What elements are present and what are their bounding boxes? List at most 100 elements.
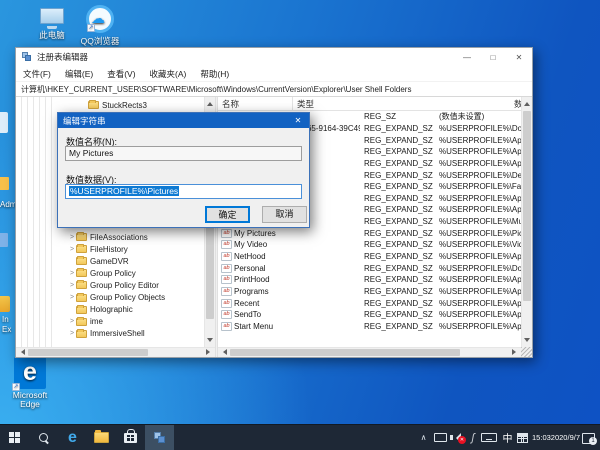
value-row[interactable]: Recent REG_EXPAND_SZ %USERPROFILE%\AppDa… — [218, 297, 521, 309]
folder-icon — [76, 245, 87, 253]
tree-item[interactable]: GameDVR — [16, 255, 203, 267]
tree-item[interactable]: > ImmersiveShell — [16, 328, 203, 340]
value-row[interactable]: SendTo REG_EXPAND_SZ %USERPROFILE%\AppDa… — [218, 309, 521, 321]
tree-item[interactable]: Holographic — [16, 304, 203, 316]
column-header[interactable]: 类型 — [293, 97, 510, 110]
menu-item[interactable]: 编辑(E) — [58, 68, 100, 80]
ime-softkeyboard-icon — [517, 433, 528, 443]
tree-item-label: Group Policy Editor — [90, 281, 159, 290]
close-button[interactable]: ✕ — [506, 48, 532, 66]
taskbar-explorer-button[interactable] — [87, 425, 116, 450]
value-type-cell: REG_EXPAND_SZ — [360, 194, 435, 203]
folder-icon — [76, 318, 87, 326]
value-name: My Pictures — [234, 229, 276, 238]
volume-tray-button[interactable]: ✕ — [450, 425, 468, 450]
value-row[interactable]: Programs REG_EXPAND_SZ %USERPROFILE%\App… — [218, 286, 521, 298]
menu-item[interactable]: 帮助(H) — [193, 68, 236, 80]
scroll-up-arrow[interactable] — [207, 99, 213, 106]
tree-item[interactable]: > Group Policy — [16, 267, 203, 279]
list-vertical-scrollbar[interactable] — [521, 97, 532, 347]
value-row[interactable]: My Pictures REG_EXPAND_SZ %USERPROFILE%\… — [218, 227, 521, 239]
tree-item[interactable]: > FileAssociations — [16, 231, 203, 243]
scroll-right-arrow[interactable] — [512, 349, 519, 355]
menu-item[interactable]: 文件(F) — [16, 68, 58, 80]
column-header[interactable]: 名称 — [218, 97, 293, 110]
value-row[interactable]: NetHood REG_EXPAND_SZ %USERPROFILE%\AppD… — [218, 251, 521, 263]
resize-grip[interactable] — [521, 347, 532, 357]
tree-item-label: FileAssociations — [90, 233, 148, 242]
shortcut-arrow-icon: ↗ — [12, 383, 20, 391]
menu-item[interactable]: 查看(V) — [100, 68, 142, 80]
taskbar-clock[interactable]: 15:03 2020/9/7 — [533, 425, 579, 450]
tree-item[interactable]: > ime — [16, 316, 203, 328]
network-tray-button[interactable] — [431, 425, 450, 450]
title-bar[interactable]: 注册表编辑器 — □ ✕ — [16, 48, 532, 66]
desktop-icon-this-pc[interactable]: 此电脑 — [26, 8, 78, 40]
value-data-cell: %USERPROFILE%\Downl... — [435, 124, 521, 133]
scrollbar-thumb[interactable] — [523, 111, 531, 301]
dialog-close-button[interactable]: ✕ — [287, 116, 309, 125]
ime-toolbar-button[interactable] — [515, 425, 530, 450]
desktop-icon-label: 此电脑 — [26, 31, 78, 40]
ok-button[interactable]: 确定 — [205, 206, 250, 223]
tree-horizontal-scrollbar[interactable] — [16, 347, 215, 357]
list-horizontal-scrollbar[interactable] — [218, 347, 521, 357]
value-name-cell: Recent — [218, 299, 360, 308]
value-row[interactable]: Personal REG_EXPAND_SZ %USERPROFILE%\Doc… — [218, 262, 521, 274]
folder-icon — [76, 257, 87, 265]
value-type-cell: REG_EXPAND_SZ — [360, 264, 435, 273]
this-pc-icon-stand — [47, 26, 57, 29]
ime-language-indicator[interactable]: 中 — [500, 425, 515, 450]
taskbar-search-button[interactable] — [29, 425, 58, 450]
value-data-cell: (数值未设置) — [435, 111, 521, 122]
tree-item[interactable]: > FileHistory — [16, 243, 203, 255]
cancel-button[interactable]: 取消 — [262, 206, 307, 223]
address-bar[interactable]: 计算机\HKEY_CURRENT_USER\SOFTWARE\Microsoft… — [16, 82, 532, 97]
tree-item[interactable]: > Group Policy Objects — [16, 291, 203, 303]
value-row[interactable]: PrintHood REG_EXPAND_SZ %USERPROFILE%\Ap… — [218, 274, 521, 286]
menu-item[interactable]: 收藏夹(A) — [143, 68, 194, 80]
scroll-up-arrow[interactable] — [524, 99, 530, 106]
value-row[interactable]: My Video REG_EXPAND_SZ %USERPROFILE%\Vid… — [218, 239, 521, 251]
audio-jack-tray-button[interactable]: ʃ — [468, 425, 478, 450]
scroll-right-arrow[interactable] — [206, 349, 213, 355]
partial-desktop-icon — [0, 112, 8, 133]
action-center-button[interactable]: 1 — [582, 425, 600, 450]
tree-expander-icon[interactable]: > — [68, 246, 76, 253]
taskbar-store-button[interactable] — [116, 425, 145, 450]
scroll-left-arrow[interactable] — [18, 349, 25, 355]
dialog-title-bar[interactable]: 编辑字符串 ✕ — [58, 113, 309, 128]
value-name: PrintHood — [234, 275, 270, 284]
desktop-icon-microsoft-edge[interactable]: e ↗ Microsoft Edge — [8, 357, 52, 409]
tree-expander-icon[interactable]: > — [68, 234, 76, 241]
tree-expander-icon[interactable]: > — [68, 318, 76, 325]
tree-expander-icon[interactable]: > — [68, 330, 76, 337]
scroll-left-arrow[interactable] — [220, 349, 227, 355]
value-name-field[interactable]: My Pictures — [65, 146, 302, 161]
tree-expander-icon[interactable]: > — [68, 294, 76, 301]
scrollbar-thumb[interactable] — [230, 349, 460, 356]
value-row[interactable]: Start Menu REG_EXPAND_SZ %USERPROFILE%\A… — [218, 321, 521, 333]
tree-expander-icon[interactable]: > — [68, 270, 76, 277]
taskbar-regedit-button[interactable] — [145, 425, 174, 450]
touch-keyboard-button[interactable] — [478, 425, 500, 450]
value-name-cell: Personal — [218, 264, 360, 273]
folder-icon — [76, 330, 87, 338]
scrollbar-thumb[interactable] — [28, 349, 148, 356]
maximize-button[interactable]: □ — [480, 48, 506, 66]
tree-item[interactable]: > Group Policy Editor — [16, 279, 203, 291]
tree-item-stuckrects3[interactable]: StuckRects3 — [16, 99, 203, 111]
desktop-icon-qq-browser[interactable]: ☁ ↗ QQ浏览器 — [74, 5, 126, 46]
minimize-button[interactable]: — — [454, 48, 480, 66]
tree-expander-icon[interactable]: > — [68, 282, 76, 289]
start-button[interactable] — [0, 425, 29, 450]
scroll-down-arrow[interactable] — [524, 338, 530, 345]
folder-icon — [76, 294, 87, 302]
taskbar-edge-button[interactable] — [58, 425, 87, 450]
value-data-input[interactable]: %USERPROFILE%\Pictures — [65, 184, 302, 199]
edge-e-glyph: e — [23, 358, 37, 386]
hidden-icons-chevron[interactable]: ∧ — [416, 425, 431, 450]
scroll-down-arrow[interactable] — [207, 338, 213, 345]
tree-item-label: ImmersiveShell — [90, 329, 145, 338]
value-name: SendTo — [234, 310, 261, 319]
